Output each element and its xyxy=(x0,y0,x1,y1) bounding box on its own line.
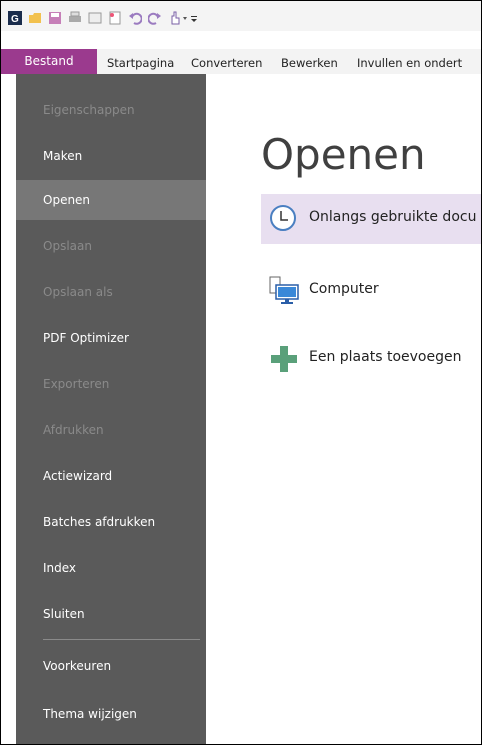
document-icon[interactable] xyxy=(88,10,102,29)
option-label: Computer xyxy=(309,281,379,297)
plus-icon xyxy=(268,343,300,379)
option-label: Een plaats toevoegen xyxy=(309,349,462,365)
option-recent-documents[interactable]: Onlangs gebruikte docu xyxy=(261,194,481,244)
hand-tool-icon[interactable] xyxy=(168,10,188,29)
sidebar-item-actiewizard[interactable]: Actiewizard xyxy=(16,456,206,496)
new-document-icon[interactable] xyxy=(108,10,122,29)
page-title: Openen xyxy=(261,130,426,179)
tab-startpagina[interactable]: Startpagina xyxy=(107,56,174,70)
app-window: G Bestand Startpagina Converteren Bewerk… xyxy=(0,0,482,745)
undo-icon[interactable] xyxy=(128,10,143,29)
sidebar-item-opslaan-als: Opslaan als xyxy=(43,285,113,299)
save-icon[interactable] xyxy=(48,10,62,29)
tab-bestand[interactable]: Bestand xyxy=(1,49,97,74)
main-panel: Openen Onlangs gebruikte docu Computer E… xyxy=(206,74,481,744)
tab-bewerken[interactable]: Bewerken xyxy=(281,56,338,70)
sidebar-item-exporteren: Exporteren xyxy=(43,377,110,391)
redo-icon[interactable] xyxy=(147,10,162,29)
sidebar-divider xyxy=(43,639,200,640)
sidebar-item-afdrukken: Afdrukken xyxy=(43,423,104,437)
sidebar-item-opslaan: Opslaan xyxy=(43,239,92,253)
sidebar-item-eigenschappen: Eigenschappen xyxy=(43,103,135,117)
quick-access-toolbar: G xyxy=(1,1,481,31)
clock-icon xyxy=(268,203,298,237)
sidebar-item-index[interactable]: Index xyxy=(16,548,206,588)
sidebar-item-openen[interactable]: Openen xyxy=(16,180,206,220)
sidebar-item-pdf-optimizer[interactable]: PDF Optimizer xyxy=(16,318,206,358)
sidebar-item-maken[interactable]: Maken xyxy=(16,136,206,176)
print-icon[interactable] xyxy=(68,10,82,29)
sidebar-item-sluiten[interactable]: Sluiten xyxy=(16,594,206,634)
sidebar-item-batches-afdrukken[interactable]: Batches afdrukken xyxy=(16,502,206,542)
option-add-place[interactable]: Een plaats toevoegen xyxy=(261,334,481,384)
backstage-sidebar: Eigenschappen Maken Openen Opslaan Opsla… xyxy=(16,74,206,744)
customize-toolbar-icon[interactable] xyxy=(190,10,198,29)
option-label: Onlangs gebruikte docu xyxy=(309,209,477,225)
option-computer[interactable]: Computer xyxy=(261,266,481,316)
tab-invullen-en-ondertekenen[interactable]: Invullen en ondert xyxy=(357,56,462,70)
sidebar-item-thema-wijzigen[interactable]: Thema wijzigen xyxy=(16,694,206,734)
sidebar-item-voorkeuren[interactable]: Voorkeuren xyxy=(16,646,206,686)
open-folder-icon[interactable] xyxy=(28,10,42,29)
tab-converteren[interactable]: Converteren xyxy=(191,56,262,70)
app-logo-icon[interactable]: G xyxy=(8,10,22,29)
computer-icon xyxy=(268,275,300,311)
svg-text:G: G xyxy=(11,14,19,25)
